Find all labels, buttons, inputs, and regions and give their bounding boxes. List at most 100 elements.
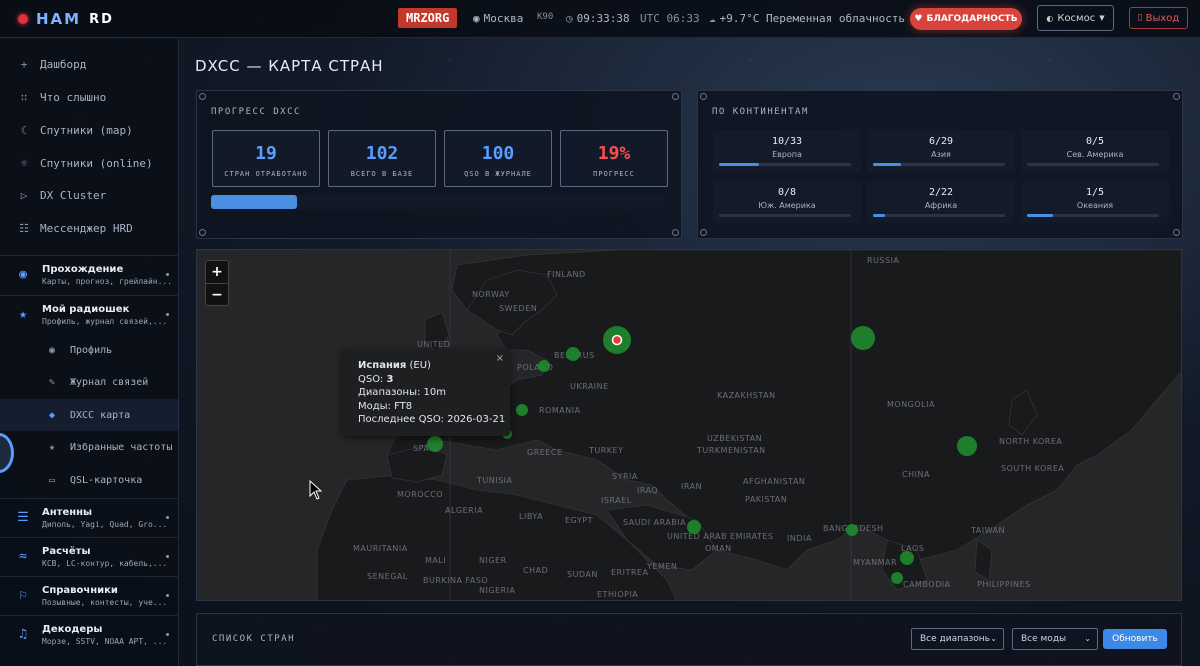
band-filter-select[interactable]: Все диапазоны ⌄: [911, 628, 1004, 650]
moon-icon: ☾: [20, 123, 28, 137]
continent-progress-bar: [1027, 214, 1159, 217]
worked-country-marker[interactable]: [427, 436, 443, 452]
plus-icon: +: [20, 57, 28, 71]
group-dot: [166, 633, 169, 636]
sidebar-group-calculations[interactable]: ≈ Расчёты КСВ, LC-контур, кабель,...: [0, 537, 179, 575]
corner-bolt-icon: [199, 229, 206, 236]
stat-card-qso: 100 QSO В ЖУРНАЛЕ: [444, 130, 552, 187]
corner-bolt-icon: [1173, 93, 1180, 100]
approx-icon: ≈: [19, 549, 27, 564]
continent-progress-fill: [873, 163, 901, 166]
sidebar-item-label: Что слышно: [40, 90, 107, 104]
stat-card-worked: 19 СТРАН ОТРАБОТАНО: [212, 130, 320, 187]
sidebar-group-propagation[interactable]: ◉ Прохождение Карты, прогноз, грейлайн...: [0, 255, 179, 293]
menu-icon: ☰: [17, 510, 29, 525]
top-bar: HAM RD MRZORG ◉ Москва K90 ◷ 09:33:38 UT…: [0, 0, 1200, 38]
mouse-cursor-icon: [309, 480, 323, 500]
mode-filter-select[interactable]: Все моды ⌄: [1012, 628, 1098, 650]
satellite-icon: ☼: [20, 156, 28, 170]
continent-count: 1/5: [1085, 187, 1105, 198]
theme-label: Космос: [1057, 12, 1096, 24]
sidebar-item-dx-cluster[interactable]: ▷ DX Cluster: [0, 180, 179, 210]
cloud-icon: ☁: [709, 12, 716, 25]
stat-label: ВСЕГО В БАЗЕ: [350, 170, 414, 178]
thanks-button[interactable]: ♥ БЛАГОДАРНОСТЬ: [910, 8, 1022, 30]
sidebar-subitem-favorites[interactable]: ★ Избранные частоты: [0, 431, 179, 463]
sidebar-group-my-shack[interactable]: ★ Мой радиошек Профиль, журнал связей,...: [0, 295, 179, 333]
locator: K90: [537, 12, 553, 22]
location-icon: ◉: [473, 12, 480, 25]
worked-country-marker[interactable]: [538, 360, 550, 372]
local-time: ◷ 09:33:38: [566, 12, 630, 25]
sidebar-subitem-profile[interactable]: ◉ Профиль: [0, 334, 179, 366]
flag-icon: ⚐: [19, 588, 27, 603]
stat-value: 100: [481, 143, 515, 164]
star-icon: ★: [48, 441, 56, 453]
sidebar-subitem-log[interactable]: ✎ Журнал связей: [0, 366, 179, 398]
zoom-in-button[interactable]: +: [206, 261, 228, 283]
chevron-down-icon: ⌄: [990, 634, 997, 643]
subitem-label: QSL-карточка: [70, 474, 143, 486]
stat-value: 19%: [597, 143, 631, 164]
sidebar-item-satellites-map[interactable]: ☾ Спутники (map): [0, 115, 179, 145]
sidebar-item-satellites-online[interactable]: ☼ Спутники (online): [0, 148, 179, 178]
group-title: Мой радиошек: [42, 303, 130, 315]
music-note-icon: ♫: [19, 627, 27, 642]
sidebar-group-decoders[interactable]: ♫ Декодеры Морзе, SSTV, NOAA APT, ...: [0, 615, 179, 653]
page-title: DXCC — КАРТА СТРАН: [195, 57, 384, 75]
app-logo[interactable]: HAM RD: [18, 10, 114, 28]
sidebar-subitem-dxcc-map[interactable]: ◆ DXCC карта: [0, 399, 179, 431]
continent-card: 0/8 Юж. Америка: [713, 181, 861, 223]
group-dot: [166, 313, 169, 316]
theme-select[interactable]: ◐ Космос ▼: [1037, 5, 1114, 31]
exit-label: Выход: [1145, 12, 1180, 24]
corner-bolt-icon: [672, 93, 679, 100]
callsign-badge[interactable]: MRZORG: [398, 8, 458, 28]
sidebar-subitem-qsl-card[interactable]: ▭ QSL-карточка: [0, 464, 179, 496]
group-subtitle: Профиль, журнал связей,...: [42, 316, 168, 326]
continent-card: 2/22 Африка: [867, 181, 1015, 223]
sidebar-group-references[interactable]: ⚐ Справочники Позывные, контесты, уче...: [0, 576, 179, 614]
group-dot: [166, 594, 169, 597]
logo-dot-icon: [18, 14, 28, 24]
close-icon[interactable]: ×: [496, 352, 504, 366]
group-dot: [166, 555, 169, 558]
worked-country-marker[interactable]: [846, 524, 858, 536]
worked-country-marker[interactable]: [851, 326, 875, 350]
group-title: Антенны: [42, 506, 93, 518]
corner-bolt-icon: [700, 229, 707, 236]
panel-title: ПРОГРЕСС DXCC: [211, 107, 301, 117]
dxcc-map[interactable]: RUSSIAFINLANDNORWAYSWEDENBELARUSPOLANDUK…: [196, 249, 1182, 601]
continent-name: Африка: [924, 201, 958, 210]
continent-count: 6/29: [928, 136, 954, 147]
weather-text: +9.7°C Переменная облачность: [719, 12, 906, 25]
dots-icon: ∷: [20, 90, 28, 104]
worked-country-marker[interactable]: [687, 520, 701, 534]
continent-progress-bar: [719, 214, 851, 217]
location: ◉ Москва: [473, 12, 523, 25]
subitem-label: Избранные частоты: [70, 441, 173, 453]
qth-marker[interactable]: [611, 334, 623, 346]
exit-button[interactable]: ▯ Выход: [1129, 7, 1188, 29]
country-popup: × Испания (EU) QSO: 3 Диапазоны: 10m Мод…: [342, 349, 510, 436]
stat-label: ПРОГРЕСС: [593, 170, 635, 178]
sidebar-item-dashboard[interactable]: + Дашборд: [0, 49, 179, 79]
continent-name: Сев. Америка: [1066, 150, 1124, 159]
band-filter-value: Все диапазоны: [920, 634, 990, 644]
sidebar-group-antennas[interactable]: ☰ Антенны Диполь, Yagi, Quad, Gro...: [0, 498, 179, 536]
profile-icon: ◉: [48, 344, 56, 356]
continent-card: 6/29 Азия: [867, 130, 1015, 172]
mode-filter-value: Все моды: [1021, 634, 1067, 644]
group-dot: [166, 273, 169, 276]
worked-country-marker[interactable]: [957, 436, 977, 456]
refresh-button[interactable]: Обновить: [1103, 629, 1167, 649]
corner-bolt-icon: [1173, 229, 1180, 236]
worked-country-marker[interactable]: [900, 551, 914, 565]
sidebar-item-heard[interactable]: ∷ Что слышно: [0, 82, 179, 112]
weather: ☁ +9.7°C Переменная облачность: [709, 12, 905, 25]
worked-country-marker[interactable]: [566, 347, 580, 361]
worked-country-marker[interactable]: [516, 404, 528, 416]
zoom-out-button[interactable]: −: [206, 283, 228, 305]
sidebar-item-messenger[interactable]: ☷ Мессенджер HRD: [0, 213, 179, 243]
worked-country-marker[interactable]: [891, 572, 903, 584]
